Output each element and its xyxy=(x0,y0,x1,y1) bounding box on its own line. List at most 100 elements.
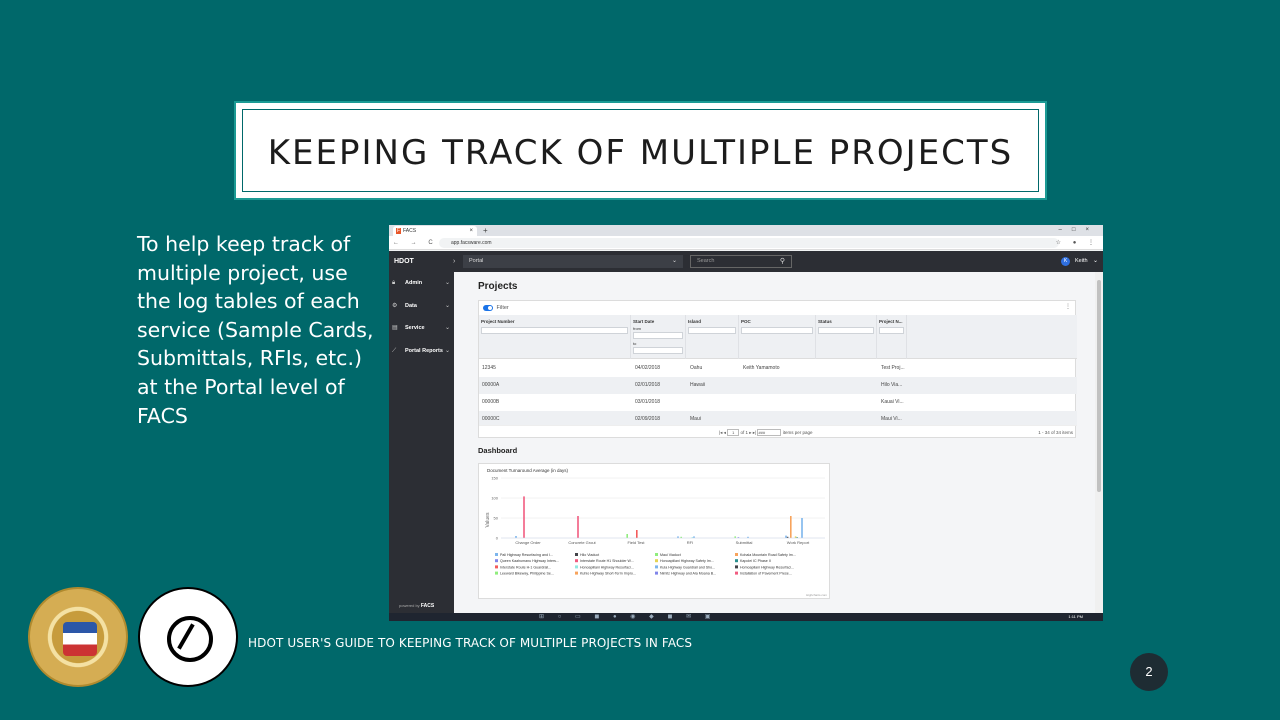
items-per-page-select[interactable]: ### xyxy=(757,429,782,437)
taskbar-icons[interactable]: ⊞ ○ ▭ ◼ ● ◉ ◆ ◼ ✉ ▣ xyxy=(539,613,716,621)
legend-swatch xyxy=(735,559,738,563)
user-name[interactable]: Keith xyxy=(1075,251,1088,272)
filter-toggle[interactable]: Filter xyxy=(483,303,509,313)
column-status[interactable]: Status xyxy=(816,315,877,359)
chevron-down-icon: ⌄ xyxy=(444,302,450,309)
hdot-logo-mark xyxy=(167,616,213,662)
sidebar: 🔒︎ Admin ⌄ ⚙ Data ⌄ ▤ Service ⌄ ⟋ Portal… xyxy=(389,272,454,621)
status-filter-input[interactable] xyxy=(818,327,874,334)
avatar[interactable]: K xyxy=(1061,257,1070,266)
chart-x-tick-label: Submittal xyxy=(736,540,753,545)
chart-bar xyxy=(626,534,628,538)
chevron-down-icon: ⌄ xyxy=(444,325,450,332)
tab-title: FACS xyxy=(403,228,417,234)
chart-bar xyxy=(790,516,792,538)
table-row[interactable]: 00000B 03/01/2018 Kauai Vi... xyxy=(479,394,1077,411)
cell-project-name: Kauai Vi... xyxy=(881,399,904,405)
sidebar-item-label: Data xyxy=(405,302,417,309)
last-page-icon[interactable]: ▸ ▸| xyxy=(749,430,756,435)
chart-y-tick-label: 50 xyxy=(494,516,499,521)
user-chevron-down-icon[interactable]: ⌄ xyxy=(1093,251,1098,272)
scrollbar[interactable] xyxy=(1095,272,1103,613)
legend-item: Hilo Viaduct xyxy=(580,553,599,557)
column-header-label: Project Number xyxy=(481,319,515,324)
date-to-label: to xyxy=(633,341,637,346)
slide-body-text: To help keep track of multiple project, … xyxy=(137,232,374,428)
table-row[interactable]: 00000C 02/09/2018 Maui Maui Vi... xyxy=(479,411,1077,425)
project-name-filter-input[interactable] xyxy=(879,327,904,334)
cell-start-date: 04/02/2018 xyxy=(635,365,661,371)
window-controls[interactable]: –□× xyxy=(1059,225,1099,236)
table-row[interactable]: 12345 04/02/2018 Oahu Keith Yamamoto Tes… xyxy=(479,360,1077,377)
browser-menu-icons[interactable]: ☆ ● ⋮ xyxy=(1056,236,1099,250)
powered-by: powered by FACS xyxy=(399,603,434,609)
items-count: 1 - 34 of 34 items xyxy=(1038,430,1073,435)
legend-item: Nimitz Highway and Ala Moana B... xyxy=(660,572,716,576)
tab-close-icon[interactable]: × xyxy=(469,226,473,236)
legend-swatch xyxy=(495,559,498,563)
column-project-number[interactable]: Project Number xyxy=(479,315,631,359)
search-input[interactable]: Search ⚲ xyxy=(690,255,792,268)
date-from-label: from xyxy=(633,326,641,331)
column-header-label: Project N... xyxy=(879,319,903,324)
main-content: Projects Filter ⋮ Project Number Start D… xyxy=(454,272,1095,613)
powered-by-label: powered by xyxy=(399,603,420,608)
column-poc[interactable]: POC xyxy=(739,315,816,359)
legend-swatch xyxy=(735,565,738,569)
slide-footer: HDOT USER'S GUIDE TO KEEPING TRACK OF MU… xyxy=(248,636,693,650)
new-tab-icon[interactable]: + xyxy=(483,225,488,236)
project-number-filter-input[interactable] xyxy=(481,327,628,334)
cell-island: Oahu xyxy=(690,365,703,371)
first-page-icon[interactable]: |◂ ◂ xyxy=(719,430,726,435)
column-project-name[interactable]: Project N... xyxy=(877,315,907,359)
sidebar-item-service[interactable]: ▤ Service ⌄ xyxy=(389,317,454,340)
url-field[interactable]: app.facsware.com xyxy=(439,238,1059,248)
legend-item: Kapolei IC Phase II xyxy=(740,559,771,563)
sidebar-item-data[interactable]: ⚙ Data ⌄ xyxy=(389,295,454,318)
projects-table-card: Filter ⋮ Project Number Start Date from … xyxy=(478,300,1077,438)
sidebar-item-portal-reports[interactable]: ⟋ Portal Reports ⌄ xyxy=(389,340,454,363)
service-icon: ▤ xyxy=(392,325,398,332)
poc-filter-input[interactable] xyxy=(741,327,813,334)
table-row[interactable]: 00000A 02/01/2018 Hawaii Hilo Via... xyxy=(479,377,1077,394)
scrollbar-thumb[interactable] xyxy=(1097,280,1101,492)
brand-label[interactable]: HDOT xyxy=(394,251,414,272)
seal-shield xyxy=(63,622,97,656)
legend-swatch xyxy=(575,571,578,575)
cell-poc: Keith Yamamoto xyxy=(743,365,780,371)
chart-bar xyxy=(523,496,525,538)
windows-taskbar: ⊞ ○ ▭ ◼ ● ◉ ◆ ◼ ✉ ▣ 1:11 PM xyxy=(389,613,1103,621)
kebab-menu-icon[interactable]: ⋮ xyxy=(1065,303,1071,310)
cell-island: Maui xyxy=(690,416,701,422)
date-to-input[interactable] xyxy=(633,347,683,354)
legend-item: Interstate Route H-1 Guardrail... xyxy=(500,565,551,569)
column-island[interactable]: Island xyxy=(686,315,739,359)
page-input[interactable]: 1 xyxy=(727,429,740,437)
legend-swatch xyxy=(655,571,658,575)
pager: |◂ ◂ 1 of 1 ▸ ▸| ### items per page 1 - … xyxy=(479,425,1077,438)
legend-item: Kuhio Highway Short-Term Impro... xyxy=(580,572,636,576)
toggle-icon[interactable] xyxy=(483,304,493,311)
browser-tab[interactable]: F FACS × xyxy=(393,226,477,236)
legend-item: Interstate Route H1 Shoulder W... xyxy=(580,559,634,563)
legend-swatch xyxy=(575,559,578,563)
cell-project-number: 00000C xyxy=(482,416,500,422)
column-header-label: Start Date xyxy=(633,319,655,324)
legend-item: Queen Kaahumanu Highway Inters... xyxy=(500,559,559,563)
sidebar-item-label: Service xyxy=(405,325,425,332)
chevron-down-icon: ⌄ xyxy=(444,347,450,354)
sidebar-item-admin[interactable]: 🔒︎ Admin ⌄ xyxy=(389,272,454,295)
date-from-input[interactable] xyxy=(633,332,683,339)
island-filter-input[interactable] xyxy=(688,327,736,334)
page-number: 2 xyxy=(1130,653,1168,691)
search-icon[interactable]: ⚲ xyxy=(780,256,785,267)
column-start-date[interactable]: Start Date from to xyxy=(631,315,686,359)
page-of-label: of 1 xyxy=(740,430,748,435)
chart-bar xyxy=(515,536,517,538)
legend-item: Maui Viaduct xyxy=(660,553,681,557)
browser-tab-bar: F FACS × + –□× xyxy=(389,225,1103,236)
cell-island: Hawaii xyxy=(690,382,706,388)
portal-select[interactable]: Portal ⌄ xyxy=(463,255,683,268)
cell-project-name: Hilo Via... xyxy=(881,382,903,388)
chevron-right-icon[interactable]: › xyxy=(453,251,455,272)
